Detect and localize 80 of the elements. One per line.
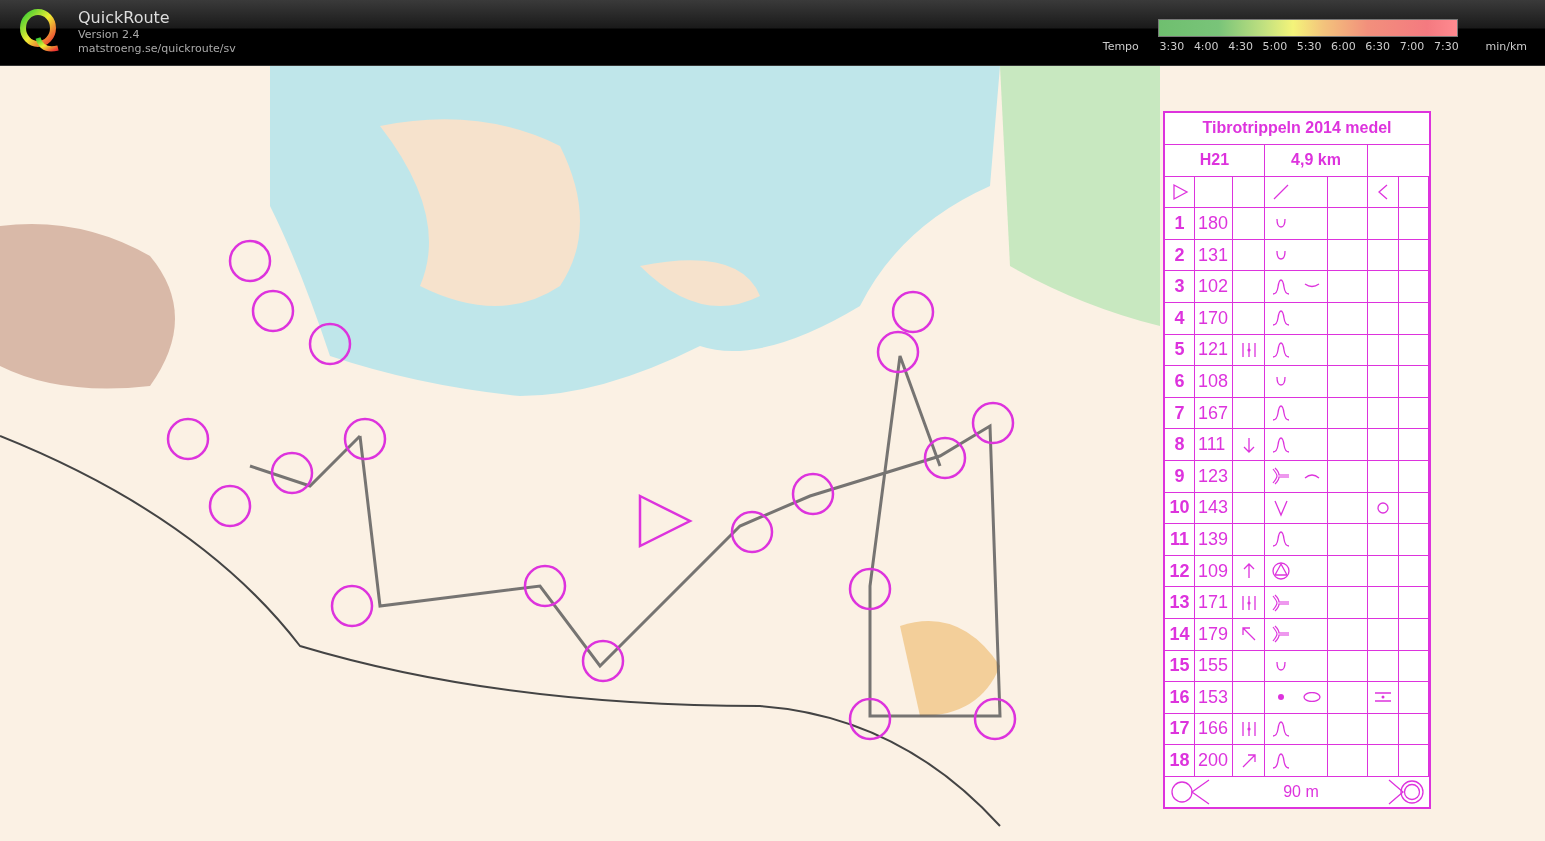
app-title: QuickRoute bbox=[78, 8, 171, 28]
table-cell bbox=[1328, 524, 1368, 556]
control-number: 10 bbox=[1165, 492, 1195, 525]
tick-label: 6:00 bbox=[1330, 40, 1357, 53]
table-cell bbox=[1328, 239, 1368, 272]
table-cell bbox=[1368, 302, 1399, 335]
control-code: 121 bbox=[1195, 334, 1233, 367]
table-cell bbox=[1368, 745, 1399, 777]
tick-label: 7:30 bbox=[1432, 40, 1460, 53]
control-code: 167 bbox=[1195, 397, 1233, 430]
table-cell bbox=[1328, 650, 1368, 683]
table-cell bbox=[1328, 208, 1368, 240]
table-cell bbox=[1368, 271, 1399, 303]
table-cell bbox=[1368, 555, 1399, 588]
table-cell bbox=[1328, 745, 1368, 777]
control-number: 16 bbox=[1165, 682, 1195, 714]
control-number: 18 bbox=[1165, 745, 1195, 777]
control-number: 17 bbox=[1165, 713, 1195, 746]
table-cell bbox=[1328, 366, 1368, 398]
control-code: 111 bbox=[1195, 429, 1233, 461]
tick-label: 4:30 bbox=[1227, 40, 1254, 53]
finish-circle-icon bbox=[1387, 778, 1425, 805]
control-code: 108 bbox=[1195, 366, 1233, 398]
table-cell bbox=[1368, 587, 1399, 619]
table-cell bbox=[1328, 302, 1368, 335]
table-cell bbox=[1368, 429, 1399, 461]
unit-label: min/km bbox=[1485, 40, 1527, 53]
class-label: H21 bbox=[1165, 144, 1265, 177]
control-number: 1 bbox=[1165, 208, 1195, 240]
tick-label: 5:30 bbox=[1295, 40, 1323, 53]
control-code: 139 bbox=[1195, 524, 1233, 556]
control-code: 102 bbox=[1195, 271, 1233, 303]
control-number: 2 bbox=[1165, 239, 1195, 272]
control-code: 170 bbox=[1195, 302, 1233, 335]
tick-label: 5:00 bbox=[1261, 40, 1289, 53]
table-cell bbox=[1328, 397, 1368, 430]
table-cell bbox=[1368, 334, 1399, 367]
control-number: 14 bbox=[1165, 618, 1195, 651]
table-cell bbox=[1328, 555, 1368, 588]
table-cell bbox=[1368, 366, 1399, 398]
control-number: 13 bbox=[1165, 587, 1195, 619]
sheet-title: Tibrotrippeln 2014 medel bbox=[1165, 113, 1429, 145]
control-code: 200 bbox=[1195, 745, 1233, 777]
tick-label: 3:30 bbox=[1158, 40, 1186, 53]
table-cell bbox=[1368, 397, 1399, 430]
control-code: 171 bbox=[1195, 587, 1233, 619]
control-code: 131 bbox=[1195, 239, 1233, 272]
control-code: 166 bbox=[1195, 713, 1233, 746]
website-link[interactable]: matstroeng.se/quickroute/sv bbox=[78, 42, 236, 56]
control-code: 155 bbox=[1195, 650, 1233, 683]
control-code: 143 bbox=[1195, 492, 1233, 525]
table-cell bbox=[1368, 239, 1399, 272]
control-number: 5 bbox=[1165, 334, 1195, 367]
version-label: Version 2.4 bbox=[78, 28, 141, 42]
course-length: 4,9 km bbox=[1265, 144, 1368, 177]
table-cell bbox=[1368, 618, 1399, 651]
legend-label: Tempo bbox=[1102, 40, 1140, 53]
tick-label: 6:30 bbox=[1364, 40, 1392, 53]
tick-label: 7:00 bbox=[1398, 40, 1426, 53]
control-number: 15 bbox=[1165, 650, 1195, 683]
table-cell bbox=[1328, 618, 1368, 651]
control-number: 6 bbox=[1165, 366, 1195, 398]
control-number: 12 bbox=[1165, 555, 1195, 588]
control-number: 7 bbox=[1165, 397, 1195, 430]
control-number: 9 bbox=[1165, 460, 1195, 493]
table-cell bbox=[1328, 587, 1368, 619]
control-number: 3 bbox=[1165, 271, 1195, 303]
tick-label: 4:00 bbox=[1192, 40, 1220, 53]
control-code: 179 bbox=[1195, 618, 1233, 651]
table-cell bbox=[1328, 429, 1368, 461]
finish-distance: 90 m bbox=[1283, 782, 1319, 801]
control-number: 4 bbox=[1165, 302, 1195, 335]
control-code: 109 bbox=[1195, 555, 1233, 588]
control-number: 11 bbox=[1165, 524, 1195, 556]
control-number: 8 bbox=[1165, 429, 1195, 461]
table-cell bbox=[1328, 334, 1368, 367]
table-cell bbox=[1328, 713, 1368, 746]
control-code: 123 bbox=[1195, 460, 1233, 493]
control-code: 180 bbox=[1195, 208, 1233, 240]
control-code: 153 bbox=[1195, 682, 1233, 714]
